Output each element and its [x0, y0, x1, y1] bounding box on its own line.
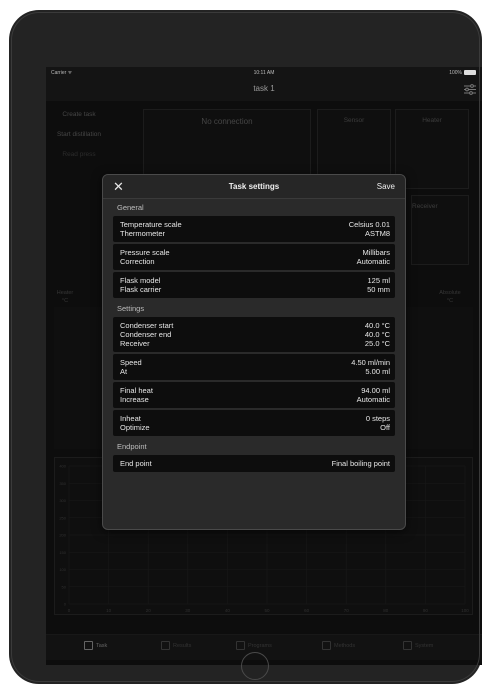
setting-labels: Inheat Optimize: [120, 414, 150, 432]
settings-group: Speed At 4.50 ml/min 5.00 ml: [113, 354, 395, 380]
setting-value: Millibars: [362, 248, 390, 257]
settings-row[interactable]: Final heat Increase 94.00 ml Automatic: [113, 382, 395, 408]
task-settings-dialog: ✕ Task settings Save General Temperature …: [102, 174, 406, 530]
clock: 10:11 AM: [253, 70, 275, 76]
setting-value: 40.0 °C: [364, 321, 390, 330]
setting-value: 0 steps: [365, 414, 390, 423]
setting-value: 125 ml: [367, 276, 390, 285]
setting-value: Automatic: [356, 395, 390, 404]
setting-value: Off: [380, 423, 390, 432]
setting-label: Flask carrier: [120, 285, 162, 294]
setting-value: 50 mm: [367, 285, 390, 294]
settings-row[interactable]: Condenser start Condenser end Receiver 40.0…: [113, 317, 395, 352]
dialog-header: ✕ Task settings Save: [103, 175, 405, 199]
settings-row[interactable]: Pressure scale Correction Millibars Automat…: [113, 244, 395, 270]
section-title: Endpoint: [117, 442, 147, 451]
setting-value: Automatic: [356, 257, 390, 266]
setting-label: Increase: [120, 395, 149, 404]
setting-labels: Final heat Increase: [120, 386, 153, 404]
settings-row[interactable]: Speed At 4.50 ml/min 5.00 ml: [113, 354, 395, 380]
setting-labels: Temperature scale Thermometer: [120, 220, 182, 238]
setting-label: Flask model: [120, 276, 161, 285]
settings-row[interactable]: Temperature scale Thermometer Celsius 0.01…: [113, 216, 395, 242]
home-button[interactable]: [241, 652, 269, 680]
battery-percent: 100%: [449, 70, 462, 76]
section-title: Settings: [117, 304, 145, 313]
status-bar: Carrier ᯤ 10:11 AM 100%: [46, 67, 482, 79]
settings-group: Inheat Optimize 0 steps Off: [113, 410, 395, 436]
battery-icon: [464, 70, 476, 75]
settings-group: Pressure scale Correction Millibars Automat…: [113, 244, 395, 270]
setting-value: 94.00 ml: [361, 386, 390, 395]
setting-label: Receiver: [120, 339, 150, 348]
dialog-title: Task settings: [228, 182, 280, 191]
setting-values: 0 steps Off: [366, 414, 390, 432]
setting-values: 94.00 ml Automatic: [357, 386, 390, 404]
settings-group: Flask model Flask carrier 125 ml 50 mm: [113, 272, 395, 298]
setting-label: Condenser end: [120, 330, 172, 339]
settings-group: Temperature scale Thermometer Celsius 0.01…: [113, 216, 395, 242]
settings-row[interactable]: Flask model Flask carrier 125 ml 50 mm: [113, 272, 395, 298]
settings-group: End point Final boiling point: [113, 455, 395, 472]
setting-values: 4.50 ml/min 5.00 ml: [351, 358, 390, 376]
setting-label: Pressure scale: [120, 248, 170, 257]
setting-value: 4.50 ml/min: [351, 358, 390, 367]
setting-labels: Condenser start Condenser end Receiver: [120, 321, 173, 348]
setting-value: Final boiling point: [331, 459, 390, 468]
setting-value: 40.0 °C: [364, 330, 390, 339]
setting-labels: Speed At: [120, 358, 142, 376]
setting-label: Thermometer: [120, 229, 166, 238]
settings-row[interactable]: Inheat Optimize 0 steps Off: [113, 410, 395, 436]
setting-value: ASTM8: [364, 229, 390, 238]
setting-label: Inheat: [120, 414, 141, 423]
setting-value: 25.0 °C: [364, 339, 390, 348]
setting-value: Celsius 0.01: [348, 220, 390, 229]
save-button[interactable]: Save: [377, 182, 395, 191]
setting-label: Speed: [120, 358, 142, 367]
settings-row[interactable]: End point Final boiling point: [113, 455, 395, 472]
setting-labels: Pressure scale Correction: [120, 248, 170, 266]
navigation-bar: task 1: [46, 79, 482, 101]
setting-label: Temperature scale: [120, 220, 182, 229]
nav-title: task 1: [253, 84, 275, 93]
setting-label: Optimize: [120, 423, 150, 432]
dialog-body: General Temperature scale Thermometer Celsi…: [103, 199, 405, 472]
settings-group: Condenser start Condenser end Receiver 40.0…: [113, 317, 395, 352]
section-title: General: [117, 203, 144, 212]
setting-values: 125 ml 50 mm: [367, 276, 390, 294]
setting-values: Millibars Automatic: [357, 248, 390, 266]
setting-labels: End point: [120, 459, 152, 468]
setting-label: Final heat: [120, 386, 153, 395]
setting-label: Condenser start: [120, 321, 174, 330]
setting-label: At: [120, 367, 128, 376]
setting-value: 5.00 ml: [365, 367, 390, 376]
setting-values: 40.0 °C 40.0 °C 25.0 °C: [365, 321, 390, 348]
setting-label: End point: [120, 459, 152, 468]
settings-group: Final heat Increase 94.00 ml Automatic: [113, 382, 395, 408]
setting-values: Celsius 0.01 ASTM8: [349, 220, 390, 238]
setting-labels: Flask model Flask carrier: [120, 276, 161, 294]
setting-label: Correction: [120, 257, 155, 266]
setting-values: Final boiling point: [332, 459, 390, 468]
sliders-icon[interactable]: [464, 84, 476, 95]
